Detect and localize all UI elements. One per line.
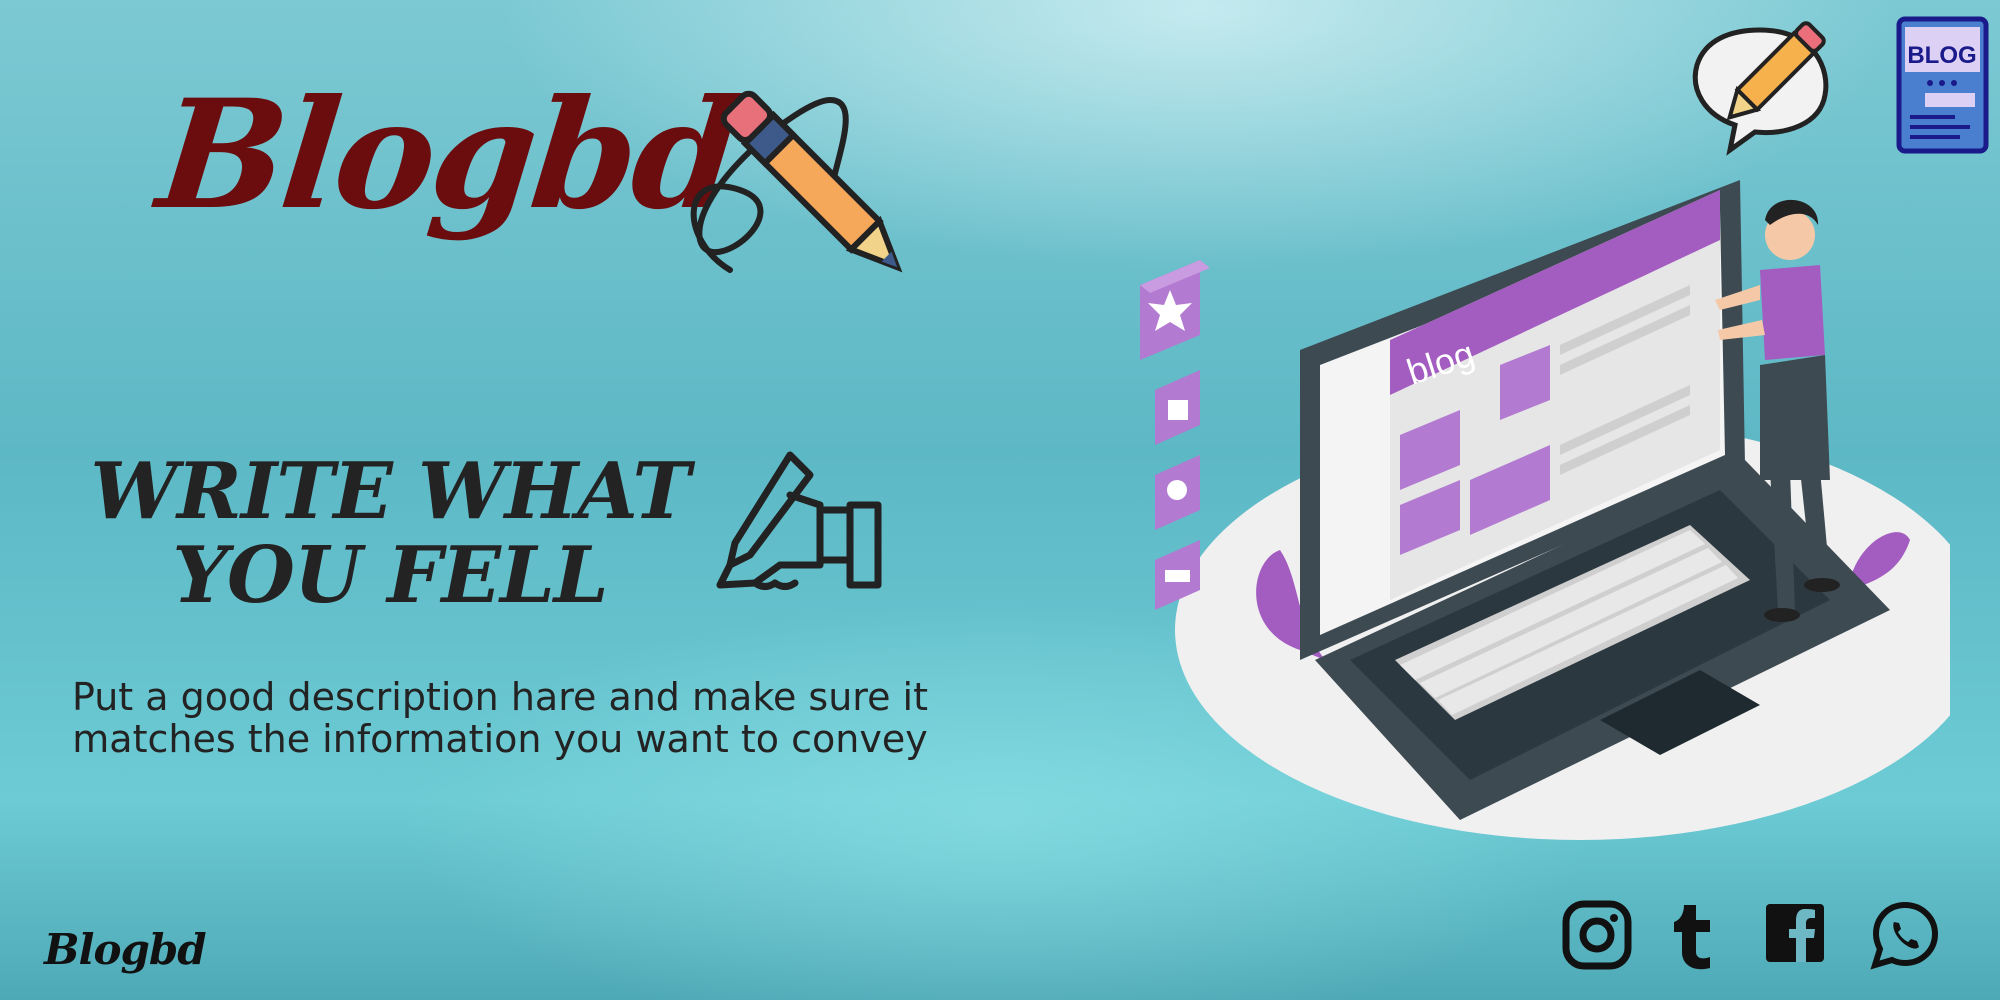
laptop-blog-illustration: blog [1140,180,1950,840]
headline: WRITE WHAT YOU FELL [60,450,720,618]
blog-card-icon: BLOG [1896,16,1989,154]
instagram-icon[interactable] [1562,900,1632,970]
pencil-scribble-icon [690,90,903,273]
writing-hand-icon [716,451,882,590]
tumblr-icon[interactable] [1660,900,1730,970]
whatsapp-icon[interactable] [1870,900,1940,970]
heart-icon [1155,455,1200,530]
description-line-2: matches the information you want to conv… [72,717,928,761]
headline-line-2: YOU FELL [172,530,608,621]
brand-title: Blogbd [150,67,744,243]
facebook-icon[interactable] [1762,900,1832,970]
footer-logo: Blogbd [44,925,207,974]
pencil-chat-icon [1692,21,1829,156]
headline-line-1: WRITE WHAT [90,446,690,537]
reaction-icons [1140,260,1210,610]
star-icon [1140,260,1210,360]
description-line-1: Put a good description hare and make sur… [71,675,929,719]
blog-card-label: BLOG [1907,42,1976,69]
thumbs-up-icon [1155,370,1200,445]
description: Put a good description hare and make sur… [40,676,960,760]
